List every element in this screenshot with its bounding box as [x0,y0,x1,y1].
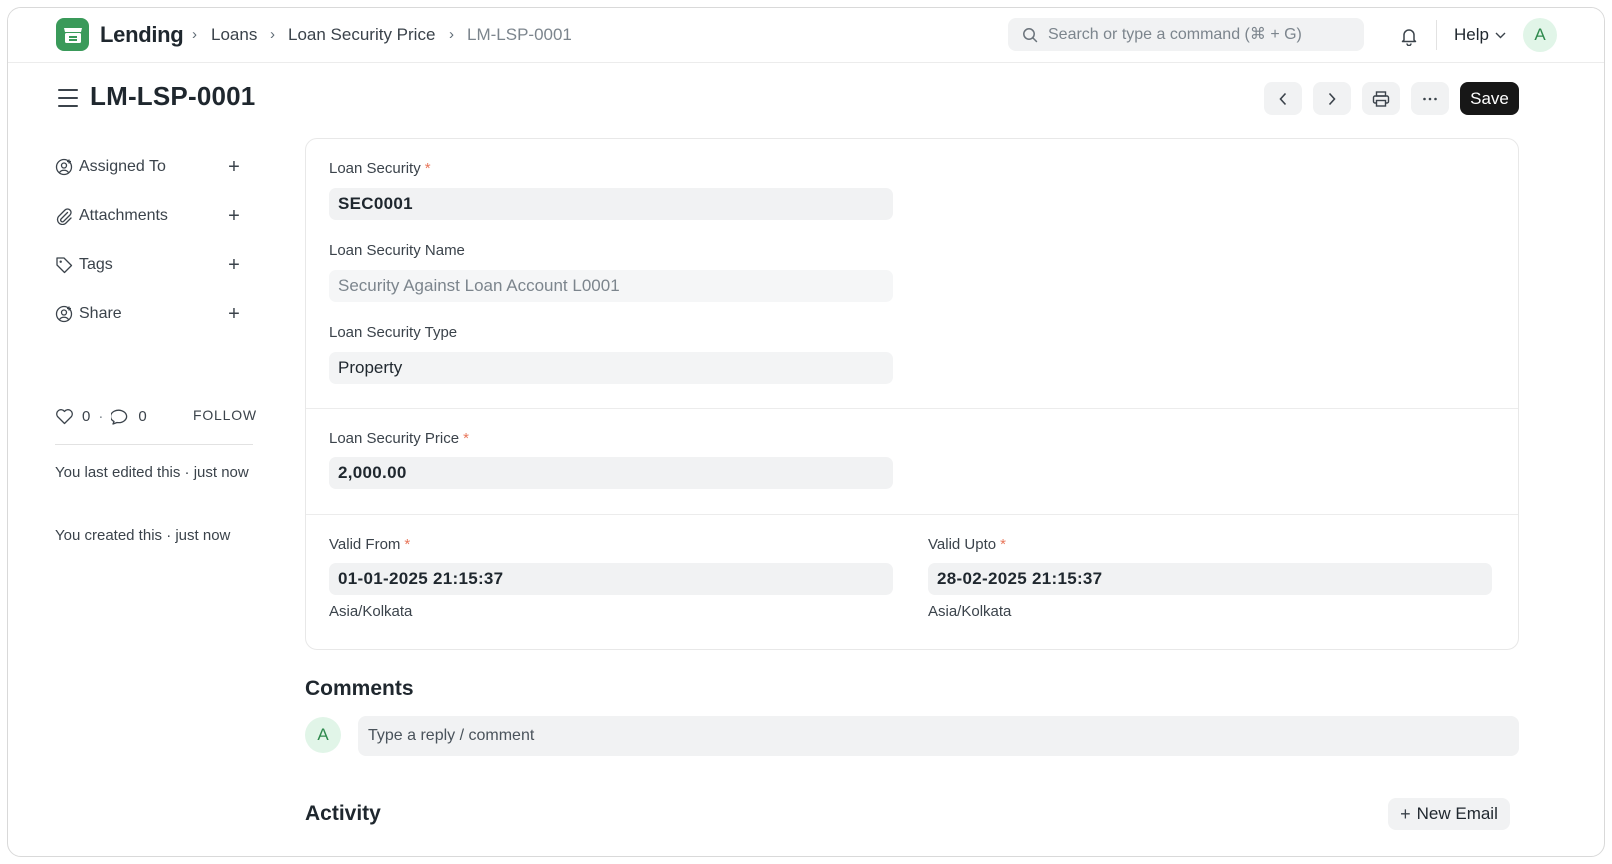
breadcrumb-chevron-icon: › [192,26,197,43]
sidebar-item-share[interactable]: Share + [55,302,255,326]
loan-security-name-label: Loan Security Name [329,242,465,259]
notifications-button[interactable] [1396,23,1422,49]
comment-bubble-icon[interactable] [111,408,130,425]
help-label: Help [1454,25,1489,44]
new-email-button[interactable]: + New Email [1388,798,1510,830]
required-asterisk: * [1000,536,1006,553]
loan-security-name-field: Security Against Loan Account L0001 [329,270,893,302]
lending-logo-icon [63,27,82,43]
required-asterisk: * [424,160,431,177]
sidebar-item-label: Share [79,305,122,322]
loan-security-price-label: Loan Security Price * [329,430,469,447]
comment-avatar: A [305,717,341,753]
created-note: You created this · just now [55,527,231,544]
sidebar-item-assigned-to[interactable]: Assigned To + [55,155,255,179]
section-divider [306,408,1518,409]
sidebar-item-attachments[interactable]: Attachments + [55,204,255,228]
valid-upto-field[interactable]: 28-02-2025 21:15:37 [928,563,1492,595]
form-card: Loan Security * SEC0001 Loan Security Nam… [305,138,1519,650]
valid-from-label: Valid From * [329,536,411,553]
paperclip-icon [56,208,72,225]
sidebar-item-label: Assigned To [79,158,166,175]
loan-security-price-field[interactable]: 2,000.00 [329,457,893,489]
sidebar-divider [55,444,253,445]
loan-security-label: Loan Security * [329,160,431,177]
previous-record-button[interactable] [1264,82,1302,115]
navbar-divider [1436,20,1437,50]
required-asterisk: * [463,430,469,447]
loan-security-type-label: Loan Security Type [329,324,458,341]
more-actions-button[interactable] [1411,82,1449,115]
plus-icon: + [1400,803,1411,824]
comments-count: 0 [138,407,147,425]
more-horizontal-icon [1423,97,1437,100]
add-tag-plus-icon[interactable]: + [223,254,245,276]
comments-heading: Comments [305,677,414,700]
sidebar-item-tags[interactable]: Tags + [55,253,255,277]
breadcrumb-chevron-icon: › [449,26,454,43]
help-dropdown[interactable]: Help [1454,25,1506,45]
section-divider [306,514,1518,515]
breadcrumb-current[interactable]: LM-LSP-0001 [467,25,572,45]
last-edited-note: You last edited this · just now [55,464,249,481]
comment-box[interactable] [358,716,1519,756]
breadcrumb-loan-security-price[interactable]: Loan Security Price [288,25,435,45]
likes-count: 0 [82,407,91,425]
print-button[interactable] [1362,82,1400,115]
breadcrumb-loans[interactable]: Loans [211,25,257,45]
chevron-down-icon [1495,32,1506,38]
sidebar-toggle-menu-icon[interactable] [58,89,78,107]
next-record-button[interactable] [1313,82,1351,115]
page-title: LM-LSP-0001 [90,81,256,111]
share-user-icon [55,305,73,323]
search-icon [1023,27,1038,42]
app-window: Lending › Loans › Loan Security Price › … [7,7,1605,857]
add-attachment-plus-icon[interactable]: + [223,205,245,227]
comment-input[interactable] [368,727,1519,745]
sidebar-item-label: Tags [79,256,113,273]
assign-user-icon [55,158,73,176]
bell-icon [1401,29,1417,46]
navbar: Lending › Loans › Loan Security Price › … [8,8,1604,63]
app-logo[interactable] [56,18,89,51]
user-avatar[interactable]: A [1523,18,1557,52]
valid-from-field[interactable]: 01-01-2025 21:15:37 [329,563,893,595]
new-email-label: New Email [1416,804,1498,823]
valid-from-timezone: Asia/Kolkata [329,603,413,620]
chevron-right-icon [1328,92,1336,105]
printer-icon [1372,90,1390,107]
activity-heading: Activity [305,802,381,825]
dot-separator: · [98,407,104,425]
chevron-left-icon [1279,92,1287,105]
add-assignee-plus-icon[interactable]: + [223,156,245,178]
valid-upto-timezone: Asia/Kolkata [928,603,1012,620]
search-bar[interactable] [1008,18,1364,51]
breadcrumb-chevron-icon: › [270,26,275,43]
required-asterisk: * [404,536,411,553]
tag-icon [56,257,73,274]
loan-security-field[interactable]: SEC0001 [329,188,893,220]
valid-upto-label: Valid Upto * [928,536,1006,553]
loan-security-type-field: Property [329,352,893,384]
add-share-plus-icon[interactable]: + [223,303,245,325]
follow-button[interactable]: FOLLOW [193,407,257,423]
app-name[interactable]: Lending [100,22,184,48]
sidebar-item-label: Attachments [79,207,168,224]
search-input[interactable] [1048,25,1348,44]
save-button[interactable]: Save [1460,82,1519,115]
heart-icon[interactable] [55,408,74,425]
